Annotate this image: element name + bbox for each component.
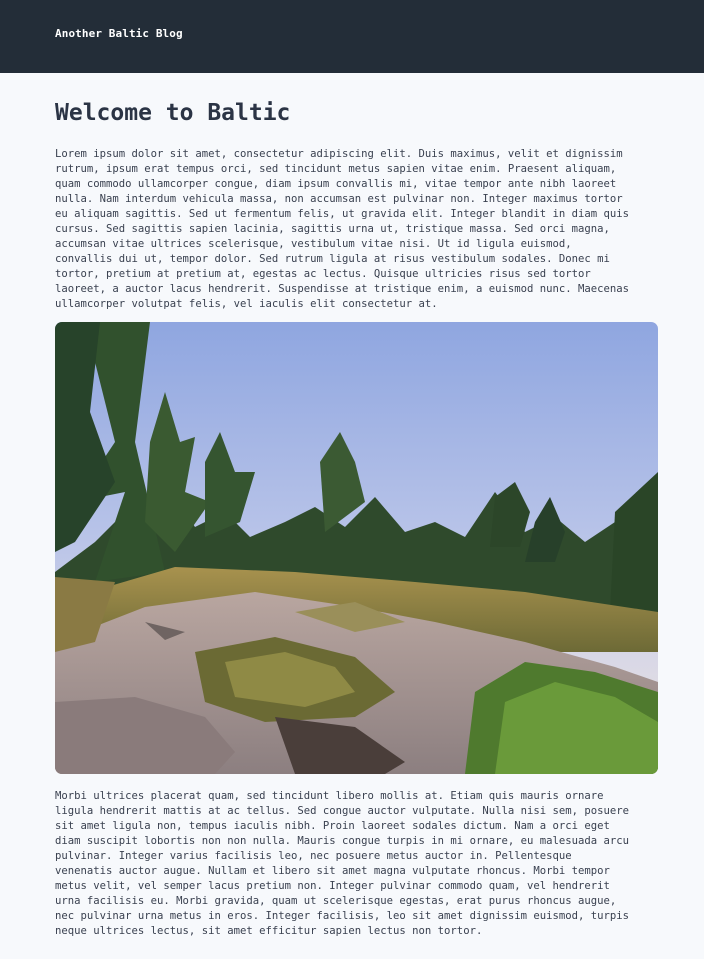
post-paragraph-2: Morbi ultrices placerat quam, sed tincid…	[55, 790, 630, 937]
post-paragraph-1: Lorem ipsum dolor sit amet, consectetur …	[55, 148, 630, 310]
landscape-photo	[55, 322, 658, 774]
site-header: Another Baltic Blog	[0, 0, 704, 73]
post-title: Welcome to Baltic	[55, 100, 291, 126]
site-title-link[interactable]: Another Baltic Blog	[55, 27, 183, 40]
